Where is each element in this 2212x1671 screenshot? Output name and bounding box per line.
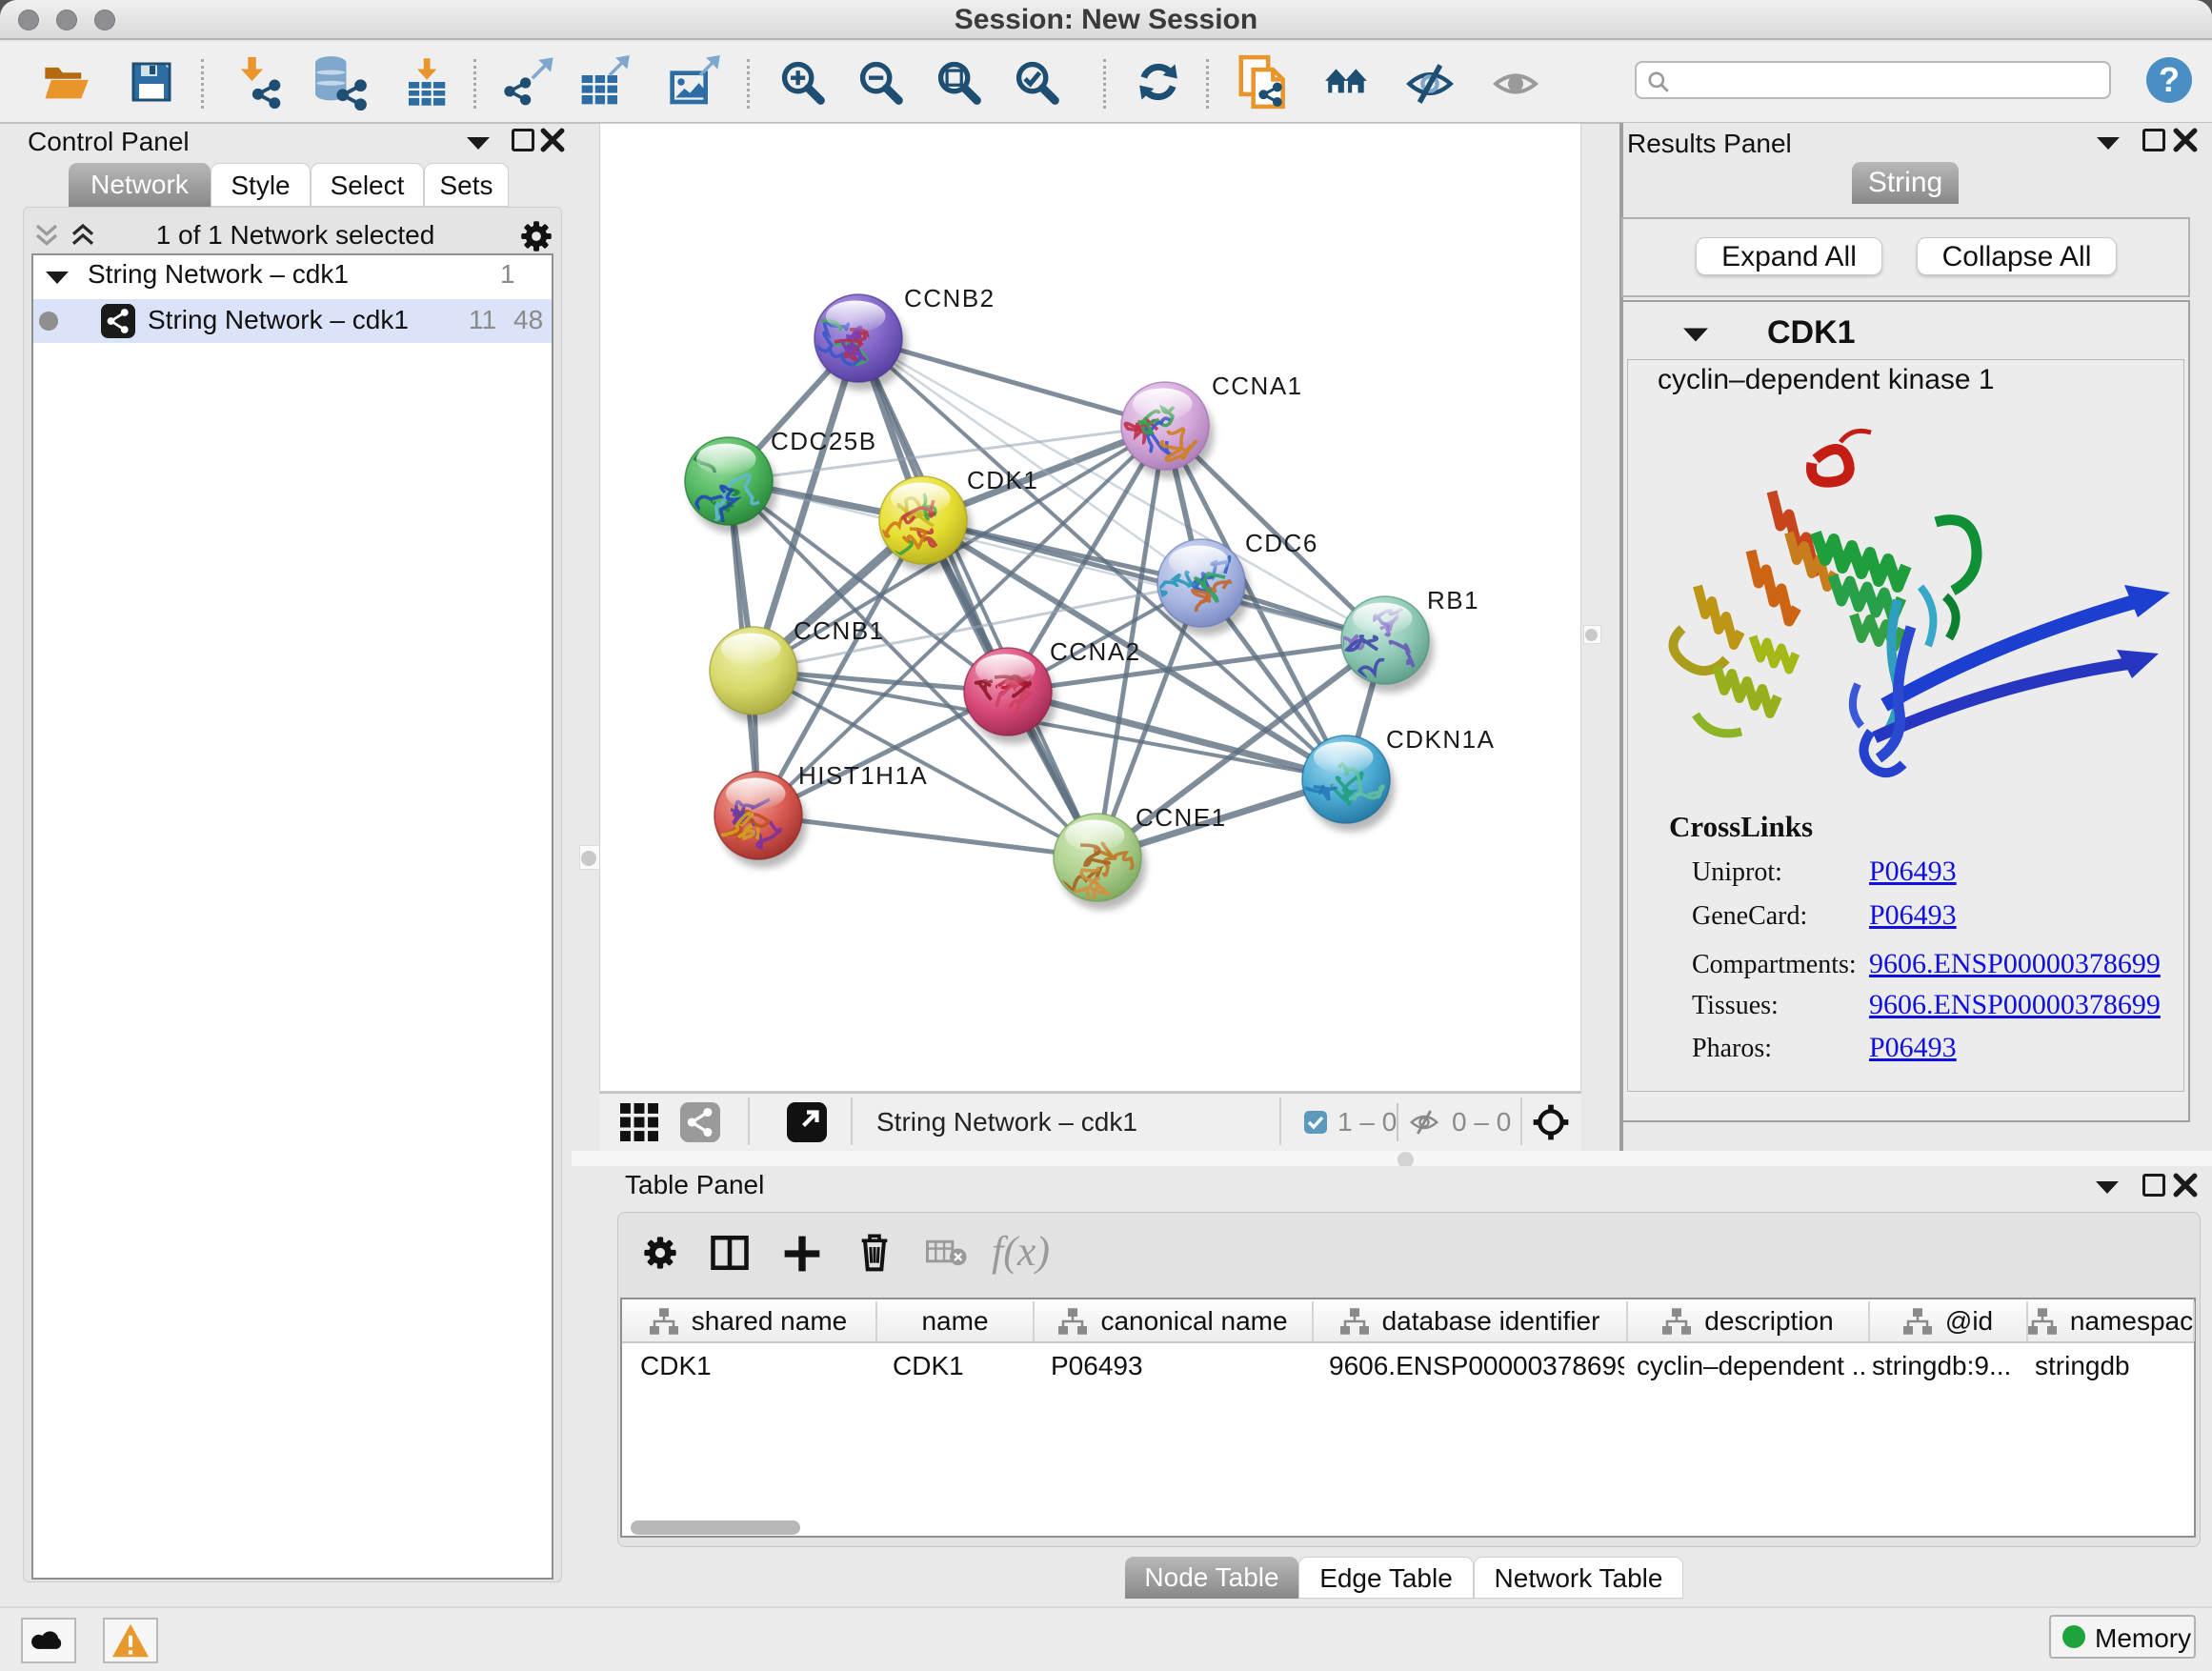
svg-text:CCNA2: CCNA2 [1050, 637, 1141, 666]
svg-text:CDK1: CDK1 [967, 466, 1038, 494]
svg-text:CCNA1: CCNA1 [1212, 372, 1303, 400]
svg-text:RB1: RB1 [1427, 586, 1479, 614]
svg-text:CDKN1A: CDKN1A [1386, 725, 1495, 754]
svg-text:HIST1H1A: HIST1H1A [798, 761, 928, 790]
svg-text:CCNE1: CCNE1 [1136, 803, 1227, 832]
svg-text:CCNB1: CCNB1 [794, 616, 885, 645]
svg-text:CDC6: CDC6 [1245, 529, 1318, 557]
svg-text:CDC25B: CDC25B [771, 427, 877, 455]
svg-text:CCNB2: CCNB2 [904, 284, 995, 312]
